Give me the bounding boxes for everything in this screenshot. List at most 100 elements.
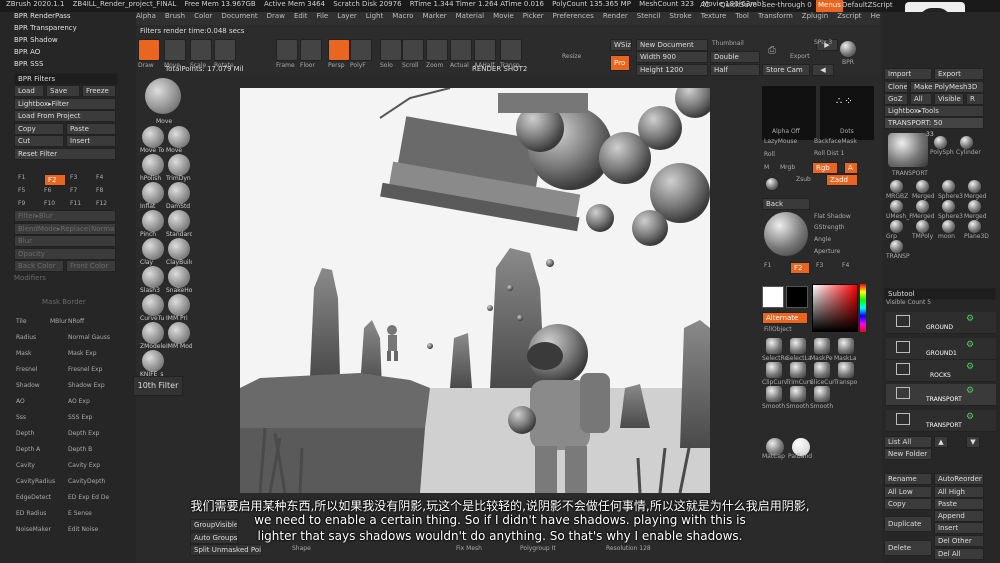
reset-filter-button[interactable]: Reset Filter [14, 148, 116, 160]
menu-material[interactable]: Material [456, 12, 484, 20]
modifier-label[interactable]: Mask Exp [68, 350, 97, 357]
light-sphere-preview[interactable] [764, 212, 808, 256]
bpr-button[interactable]: BPR [842, 59, 854, 66]
bpr-item[interactable]: BPR AO [14, 48, 40, 56]
bpr-item[interactable]: BPR RenderPass [14, 12, 71, 20]
menu-file[interactable]: File [317, 12, 329, 20]
menu-tool[interactable]: Tool [735, 12, 749, 20]
tool-thumb-icon[interactable] [916, 220, 929, 233]
modifier-label[interactable]: Shadow Exp [68, 382, 105, 389]
menu-stencil[interactable]: Stencil [637, 12, 661, 20]
insert-button[interactable]: Insert [66, 135, 116, 147]
a-button[interactable]: A [844, 162, 858, 174]
auto-reorder-button[interactable]: AutoReorder [934, 473, 984, 485]
modifier-label[interactable]: AO [16, 398, 25, 405]
light-slot-f4[interactable]: F4 [842, 262, 849, 269]
brush-select-icon[interactable] [814, 338, 830, 354]
brush-clip-icon[interactable] [790, 362, 806, 378]
modifier-label[interactable]: NRoff [68, 318, 84, 325]
tool-aahalf-icon[interactable] [474, 39, 496, 61]
tool-thumb-icon[interactable] [968, 180, 981, 193]
brush-inflat-icon[interactable] [142, 182, 164, 204]
modifier-label[interactable]: Depth B [68, 446, 92, 453]
bpr-filters-header[interactable]: BPR Filters [14, 73, 118, 85]
mrgb-button[interactable]: Mrgb [780, 164, 795, 171]
clone-button[interactable]: Clone [884, 81, 908, 93]
subtool-folder-icon[interactable] [896, 341, 910, 353]
menu-brush[interactable]: Brush [165, 12, 185, 20]
tool-thumb-icon[interactable] [960, 136, 973, 149]
current-brush-icon[interactable] [145, 78, 181, 114]
modifier-label[interactable]: Radius [16, 334, 36, 341]
lightbox-filter-button[interactable]: Lightbox▸Filter [14, 98, 116, 110]
subtool-folder-icon[interactable] [896, 363, 910, 375]
list-all-button[interactable]: List All [884, 436, 932, 448]
menu-draw[interactable]: Draw [267, 12, 285, 20]
menu-marker[interactable]: Marker [422, 12, 446, 20]
arrow-down-icon[interactable]: ▼ [966, 436, 980, 448]
filter-slot-f1[interactable]: F1 [18, 174, 25, 181]
split-unmasked-button[interactable]: Split Unmasked Points [190, 544, 262, 556]
modifier-label[interactable]: Fresnel [16, 366, 37, 373]
r-button[interactable]: R [966, 93, 984, 105]
tool-floor-icon[interactable] [300, 39, 322, 61]
tool-thumb-icon[interactable] [890, 220, 903, 233]
brush-select-icon[interactable] [766, 338, 782, 354]
tool-thumb-icon[interactable] [942, 220, 955, 233]
brush-imm-pri-icon[interactable] [168, 294, 190, 316]
modifier-label[interactable]: CavityRadius [16, 478, 55, 485]
visible-button[interactable]: Visible [934, 93, 964, 105]
arrow-up-icon[interactable]: ▲ [934, 436, 948, 448]
width-slider[interactable]: Width 900 [636, 51, 708, 63]
menu-document[interactable]: Document [221, 12, 257, 20]
double-button[interactable]: Double [710, 51, 760, 63]
material-icon[interactable] [766, 178, 778, 190]
modifier-label[interactable]: Depth Exp [68, 430, 99, 437]
brush-curvetu-icon[interactable] [142, 294, 164, 316]
new-folder-button[interactable]: New Folder [884, 448, 932, 460]
resize-button[interactable]: Resize [562, 53, 581, 60]
tool-transport-thumb[interactable] [888, 133, 928, 167]
modifier-label[interactable]: Cavity [16, 462, 35, 469]
light-slot-f2[interactable]: F2 [790, 262, 810, 274]
main-color-swatch[interactable] [762, 286, 784, 308]
brush-move-to-icon[interactable] [142, 126, 164, 148]
paste-button[interactable]: Paste [66, 123, 116, 135]
current-tool-slider[interactable]: TRANSPORT: 50 [884, 117, 984, 129]
tool-persp-icon[interactable] [328, 39, 350, 61]
menu-transform[interactable]: Transform [758, 12, 793, 20]
filter-slot-f5[interactable]: F5 [18, 187, 25, 194]
menu-macro[interactable]: Macro [392, 12, 413, 20]
new-document-button[interactable]: New Document [636, 39, 708, 51]
tool-draw-icon[interactable] [138, 39, 160, 61]
menu-alpha[interactable]: Alpha [136, 12, 156, 20]
modifier-label[interactable]: Cavity Exp [68, 462, 100, 469]
light-slot-f3[interactable]: F3 [816, 262, 823, 269]
subtool-visibility-icon[interactable]: ⚙ [966, 386, 974, 396]
modifier-label[interactable]: Mask [16, 350, 31, 357]
backface-mask-toggle[interactable]: BackfaceMask [814, 138, 857, 145]
zadd-button[interactable]: Zadd [826, 174, 858, 186]
brush-select-icon[interactable] [838, 338, 854, 354]
back-color-button[interactable]: Back Color [14, 260, 64, 272]
resolution-slider[interactable]: Resolution 128 [606, 545, 651, 552]
roll-dist-slider[interactable]: Roll Dist 1 [814, 150, 844, 157]
menus-button[interactable]: Menus [816, 0, 843, 12]
brush-damstd-icon[interactable] [168, 182, 190, 204]
tool-thumb-icon[interactable] [942, 200, 955, 213]
spix-slider[interactable]: SPix 3 [814, 39, 832, 46]
bpr-sphere-icon[interactable] [840, 41, 856, 57]
modifier-label[interactable]: Tile [16, 318, 27, 325]
hue-strip[interactable] [860, 284, 866, 332]
goz-button[interactable]: GoZ [884, 93, 908, 105]
tool-thumb-icon[interactable] [890, 200, 903, 213]
brush-slash3-icon[interactable] [142, 266, 164, 288]
lightbox-tools-button[interactable]: Lightbox▸Tools [884, 105, 984, 117]
subtool-visibility-icon[interactable]: ⚙ [966, 362, 974, 372]
subtool-folder-icon[interactable] [896, 387, 910, 399]
tool-polyf-icon[interactable] [350, 39, 372, 61]
subtool-visibility-icon[interactable]: ⚙ [966, 340, 974, 350]
filter-slot-f12[interactable]: F12 [96, 200, 107, 207]
filter-slot-f6[interactable]: F6 [44, 187, 51, 194]
filter-slot-f3[interactable]: F3 [70, 174, 77, 181]
